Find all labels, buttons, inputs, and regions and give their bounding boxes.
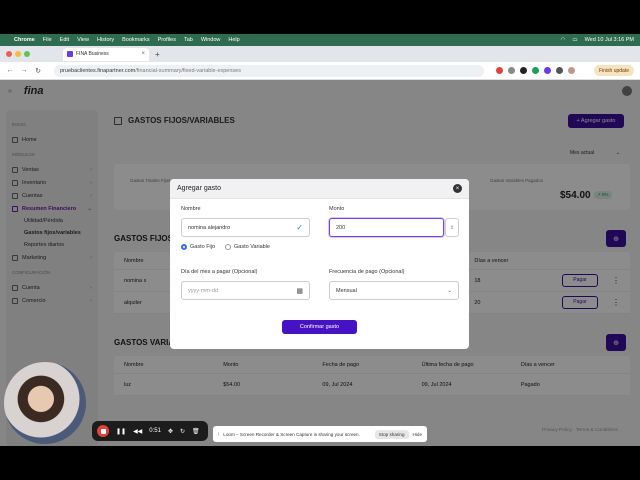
radio-fixed-dot xyxy=(181,244,187,250)
pause-icon[interactable]: ❚❚ xyxy=(116,428,126,435)
chevron-down-icon: ⌄ xyxy=(447,287,452,294)
amount-label: Monto xyxy=(329,206,345,212)
frequency-select[interactable]: Mensual ⌄ xyxy=(329,281,459,300)
extension-icons xyxy=(496,67,575,74)
loom-control-bar: ❚❚ ◀◀ 0:51 ✥ ↻ 🗑 xyxy=(92,421,208,441)
trash-icon[interactable]: 🗑 xyxy=(192,428,200,435)
radio-fixed-label: Gasto Fijo xyxy=(190,244,216,250)
recording-timer: 0:51 xyxy=(149,428,161,434)
pen-extension-icon[interactable] xyxy=(520,67,527,74)
day-field-placeholder: yyyy-mm-dd xyxy=(188,287,218,294)
window-close-button[interactable] xyxy=(6,51,12,57)
menubar-app-name[interactable]: Chrome xyxy=(14,37,35,43)
menubar-clock[interactable]: Wed 10 Jul 3:16 PM xyxy=(585,37,634,43)
extension-green-icon[interactable] xyxy=(532,67,539,74)
add-expense-modal: Agregar gasto × Nombre nomina alejandro … xyxy=(170,179,469,349)
frequency-select-value: Mensual xyxy=(336,287,357,294)
modal-header: Agregar gasto × xyxy=(170,179,469,199)
extension-icon[interactable] xyxy=(508,67,515,74)
browser-tabstrip: FINA Business × + xyxy=(0,46,640,62)
tab-title: FINA Business xyxy=(76,51,109,57)
menu-edit[interactable]: Edit xyxy=(60,37,69,43)
url-bar[interactable]: pruebaclientes.finapartner.com/financial… xyxy=(54,64,484,77)
browser-toolbar: ← → ↻ pruebaclientes.finapartner.com/fin… xyxy=(0,62,640,80)
calendar-icon[interactable]: ▦ xyxy=(296,287,303,295)
rewind-icon[interactable]: ◀◀ xyxy=(133,428,142,435)
confirm-expense-button[interactable]: Confirmar gasto xyxy=(282,320,357,334)
stop-sharing-button[interactable]: Stop sharing xyxy=(374,429,409,439)
sharing-notice-text: Loom – Screen Recorder & Screen Capture … xyxy=(223,431,360,437)
profile-avatar-icon[interactable] xyxy=(568,67,575,74)
new-tab-button[interactable]: + xyxy=(155,50,160,59)
radio-fixed[interactable]: Gasto Fijo xyxy=(181,244,215,250)
radio-variable-dot xyxy=(225,244,231,250)
window-minimize-button[interactable] xyxy=(15,51,21,57)
puzzle-icon[interactable] xyxy=(556,67,563,74)
window-zoom-button[interactable] xyxy=(24,51,30,57)
battery-icon[interactable]: ▭ xyxy=(572,37,577,43)
radio-variable[interactable]: Gasto Variable xyxy=(225,244,270,250)
webcam-bubble[interactable] xyxy=(4,362,86,444)
close-icon[interactable]: × xyxy=(453,184,462,193)
forward-icon[interactable]: → xyxy=(20,67,28,74)
url-host: pruebaclientes.finapartner.com xyxy=(60,67,136,74)
drag-handle-icon[interactable]: ⁞ xyxy=(218,432,219,437)
menu-window[interactable]: Window xyxy=(201,37,221,43)
amount-stepper[interactable]: ⇕ xyxy=(445,218,459,237)
screen-sharing-notice: ⁞ Loom – Screen Recorder & Screen Captur… xyxy=(213,426,427,442)
fina-favicon-icon xyxy=(67,51,73,57)
reload-icon[interactable]: ↻ xyxy=(34,67,42,75)
menu-file[interactable]: File xyxy=(43,37,52,43)
menu-help[interactable]: Help xyxy=(228,37,239,43)
modal-title: Agregar gasto xyxy=(177,185,221,192)
amount-field[interactable]: 200 xyxy=(329,218,444,237)
back-icon[interactable]: ← xyxy=(6,67,14,74)
name-label: Nombre xyxy=(181,206,201,212)
menu-profiles[interactable]: Profiles xyxy=(158,37,176,43)
frequency-label: Frecuencia de pago (Opcional) xyxy=(329,269,405,275)
loom-extension-icon[interactable] xyxy=(496,67,503,74)
menu-tab[interactable]: Tab xyxy=(184,37,193,43)
name-field[interactable]: nomina alejandro ✓ xyxy=(181,218,310,237)
extension-purple-icon[interactable] xyxy=(544,67,551,74)
amount-field-value: 200 xyxy=(336,224,346,231)
menu-view[interactable]: View xyxy=(77,37,89,43)
tab-close-icon[interactable]: × xyxy=(141,51,145,57)
restart-icon[interactable]: ↻ xyxy=(180,428,185,435)
mac-menubar: Chrome File Edit View History Bookmarks … xyxy=(0,34,640,46)
finish-update-button[interactable]: Finish update xyxy=(593,65,634,76)
radio-variable-label: Gasto Variable xyxy=(234,244,270,250)
wifi-icon[interactable]: ◠ xyxy=(561,37,566,43)
hide-button[interactable]: Hide xyxy=(413,432,422,437)
check-icon: ✓ xyxy=(296,223,303,232)
drawing-tool-icon[interactable]: ✥ xyxy=(168,428,173,435)
day-label: Día del mes a pagar (Opcional) xyxy=(181,269,258,275)
url-path: /financial-summary/fixed-variable-expens… xyxy=(135,67,241,74)
menu-bookmarks[interactable]: Bookmarks xyxy=(122,37,150,43)
day-field[interactable]: yyyy-mm-dd ▦ xyxy=(181,281,310,300)
menu-history[interactable]: History xyxy=(97,37,114,43)
stop-recording-icon[interactable] xyxy=(97,425,109,437)
name-field-value: nomina alejandro xyxy=(188,224,231,231)
browser-tab[interactable]: FINA Business × xyxy=(63,47,149,61)
